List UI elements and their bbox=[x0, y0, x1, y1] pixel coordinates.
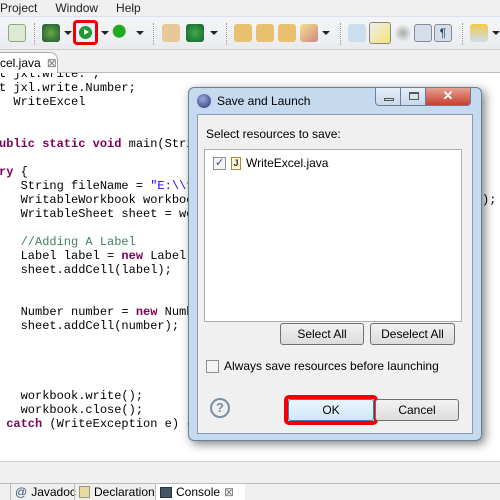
menu-help[interactable]: Help bbox=[116, 1, 141, 15]
code-token: String fileName = bbox=[0, 179, 151, 193]
java-file-icon: J bbox=[231, 156, 241, 170]
select-resources-label: Select resources to save: bbox=[206, 127, 341, 141]
resources-list[interactable]: J WriteExcel.java bbox=[204, 149, 462, 322]
tab-label: Declaration bbox=[94, 485, 155, 499]
list-item[interactable]: J WriteExcel.java bbox=[213, 156, 328, 170]
deselect-all-button[interactable]: Deselect All bbox=[370, 323, 455, 345]
code-token: workbook.close(); bbox=[0, 403, 144, 417]
always-save-checkbox[interactable] bbox=[206, 359, 219, 373]
code-token: ry bbox=[0, 165, 21, 179]
bottom-panel-bar bbox=[0, 461, 500, 484]
help-icon[interactable]: ? bbox=[210, 398, 230, 418]
at-icon: @ bbox=[15, 485, 28, 499]
next-annotation-icon[interactable] bbox=[348, 24, 366, 42]
close-icon[interactable]: ⊠ bbox=[224, 485, 234, 499]
code-token: WritableWorkbook workbook bbox=[0, 193, 201, 207]
code-token: WritableSheet sheet = work bbox=[0, 207, 208, 221]
code-line: workbook.write(); bbox=[0, 389, 143, 403]
new-class-icon[interactable] bbox=[8, 24, 26, 42]
code-line: ublic static void main(String bbox=[0, 137, 208, 151]
code-line: WritableSheet sheet = work bbox=[0, 207, 208, 221]
dialog-title-bar: Save and Launch bbox=[197, 94, 310, 108]
code-token: (WriteException e) { bbox=[42, 417, 194, 431]
run-icon bbox=[79, 26, 92, 39]
code-token: new bbox=[135, 305, 158, 319]
resource-name: WriteExcel.java bbox=[246, 156, 329, 170]
tab-javadoc[interactable]: @ Javadoc bbox=[10, 484, 76, 500]
open-folder-icon[interactable] bbox=[256, 24, 274, 42]
cancel-button[interactable]: Cancel bbox=[375, 399, 459, 421]
new-java-class-icon[interactable] bbox=[186, 24, 204, 42]
tab-label: Javadoc bbox=[31, 485, 76, 499]
tab-label: Console bbox=[176, 485, 221, 499]
editor-tab[interactable]: cel.java ⊠ bbox=[0, 52, 58, 73]
tab-declaration[interactable]: Declaration bbox=[74, 484, 155, 500]
mark-occurrences-toggle[interactable] bbox=[369, 22, 391, 44]
menu-project[interactable]: Project bbox=[0, 1, 37, 15]
code-line: WritableWorkbook workbook bbox=[0, 193, 201, 207]
code-token: Label label = bbox=[0, 249, 122, 263]
show-whitespace-icon[interactable] bbox=[414, 24, 432, 42]
code-token: Number number = bbox=[0, 305, 136, 319]
code-token: t jxl.write.*; bbox=[0, 73, 100, 81]
search-icon[interactable] bbox=[300, 24, 318, 42]
code-fragment: ); bbox=[482, 193, 497, 207]
code-token: t jxl.write.Number; bbox=[0, 81, 136, 95]
ok-button[interactable]: OK bbox=[288, 399, 374, 421]
maximize-button[interactable] bbox=[400, 88, 426, 106]
resource-checkbox[interactable] bbox=[213, 156, 226, 170]
code-line: sheet.addCell(number); bbox=[0, 319, 179, 333]
code-token: WriteExcel bbox=[0, 95, 86, 109]
code-line: t jxl.write.Number; bbox=[0, 81, 136, 95]
code-line: catch (WriteException e) { bbox=[0, 417, 193, 431]
editor-tab-label: cel.java bbox=[0, 56, 41, 70]
code-line: sheet.addCell(label); bbox=[0, 263, 172, 277]
select-all-button[interactable]: Select All bbox=[280, 323, 364, 345]
always-save-label: Always save resources before launching bbox=[224, 359, 439, 373]
open-task-icon[interactable] bbox=[278, 24, 296, 42]
code-line: t jxl.write.*; bbox=[0, 73, 100, 81]
open-type-icon[interactable] bbox=[234, 24, 252, 42]
tab-console[interactable]: Console ⊠ bbox=[155, 484, 245, 500]
console-icon bbox=[160, 486, 172, 498]
code-line: workbook.close(); bbox=[0, 403, 143, 417]
new-package-icon[interactable] bbox=[162, 24, 180, 42]
declaration-icon bbox=[79, 486, 90, 498]
code-line: String fileName = "E:\\fil bbox=[0, 179, 208, 193]
menu-window[interactable]: Window bbox=[55, 1, 98, 15]
code-token: ublic static void bbox=[0, 137, 129, 151]
save-and-launch-dialog: Save and Launch ✕ Select resources to sa… bbox=[188, 87, 482, 441]
debug-icon[interactable] bbox=[42, 24, 60, 42]
code-line: WriteExcel bbox=[0, 95, 85, 109]
dialog-title: Save and Launch bbox=[217, 94, 311, 108]
dialog-body: Select resources to save: J WriteExcel.j… bbox=[197, 114, 473, 434]
code-token: new bbox=[121, 249, 144, 263]
code-line: ry { bbox=[0, 165, 28, 179]
pilcrow-icon[interactable]: ¶ bbox=[434, 24, 452, 42]
code-line: Number number = new Number bbox=[0, 305, 208, 319]
editor-tab-bar: cel.java ⊠ bbox=[0, 50, 500, 73]
code-token: workbook.write(); bbox=[0, 389, 144, 403]
bottom-tabs: @ Javadoc Declaration Console ⊠ bbox=[0, 484, 500, 500]
close-icon[interactable]: ⊠ bbox=[47, 56, 57, 70]
run-button[interactable] bbox=[73, 20, 98, 45]
eclipse-icon bbox=[197, 94, 211, 108]
code-token: sheet.addCell(label); bbox=[0, 263, 172, 277]
menu-bar: Project Window Help bbox=[0, 0, 500, 17]
run-coverage-icon[interactable] bbox=[112, 24, 130, 42]
code-line: Label label = new Label(0, bbox=[0, 249, 208, 263]
code-token: { bbox=[20, 165, 28, 179]
code-line: //Adding A Label bbox=[0, 235, 136, 249]
minimize-button[interactable] bbox=[375, 88, 401, 106]
code-token: sheet.addCell(number); bbox=[0, 319, 180, 333]
close-button[interactable]: ✕ bbox=[425, 88, 471, 106]
code-token: catch bbox=[6, 417, 43, 431]
next-edit-icon[interactable] bbox=[470, 24, 488, 42]
code-token: //Adding A Label bbox=[0, 235, 136, 249]
always-save-option[interactable]: Always save resources before launching bbox=[206, 359, 439, 373]
block-selection-icon[interactable] bbox=[394, 24, 412, 42]
